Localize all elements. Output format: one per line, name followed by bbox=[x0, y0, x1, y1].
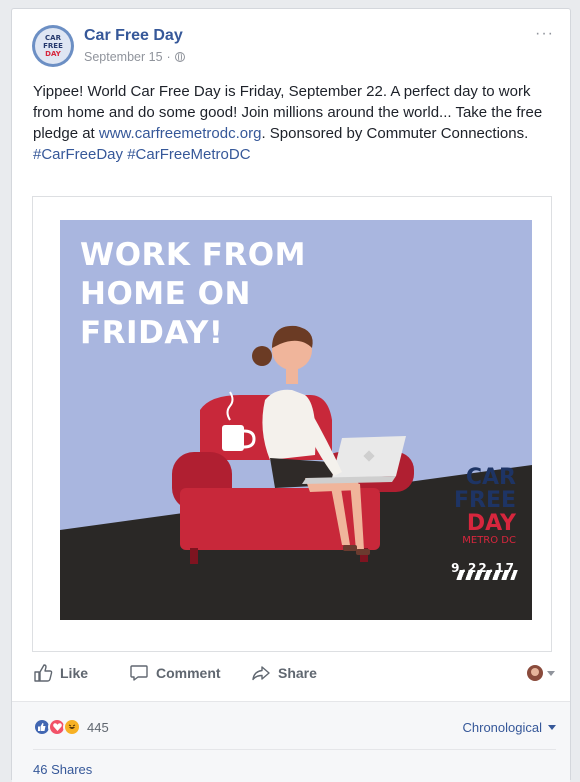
post-as-selector[interactable] bbox=[527, 665, 555, 681]
comment-sort-dropdown[interactable]: Chronological bbox=[462, 720, 556, 735]
logo-word: DAY bbox=[466, 511, 516, 536]
avatar-logo: CAR FREE DAY bbox=[35, 28, 71, 64]
share-icon bbox=[252, 666, 270, 681]
share-button[interactable]: Share bbox=[251, 663, 317, 683]
shares-count-link[interactable]: 46 Shares bbox=[33, 762, 92, 777]
post-card: CAR FREE DAY Car Free Day September 15 ·… bbox=[11, 8, 571, 782]
comment-button[interactable]: Comment bbox=[129, 663, 221, 683]
logo-metro: METRO DC bbox=[462, 535, 516, 546]
page-name-link[interactable]: Car Free Day bbox=[84, 27, 183, 45]
caret-down-icon bbox=[547, 670, 555, 676]
like-label: Like bbox=[60, 665, 89, 681]
ad-headline-line: WORK FROM bbox=[80, 237, 306, 273]
ad-headline: WORK FROM HOME ON FRIDAY! bbox=[80, 236, 306, 353]
reactions-summary[interactable]: 445 bbox=[33, 718, 109, 736]
haha-reaction-icon bbox=[63, 718, 81, 736]
woman-shoe bbox=[356, 549, 370, 555]
comment-label: Comment bbox=[156, 665, 221, 681]
crosswalk-graphic bbox=[456, 570, 518, 580]
divider bbox=[33, 749, 556, 750]
avatar-logo-line: CAR bbox=[45, 34, 61, 42]
post-meta: September 15 · bbox=[84, 50, 185, 64]
post-header: CAR FREE DAY Car Free Day September 15 ·… bbox=[32, 25, 554, 73]
chair-leg bbox=[190, 548, 198, 564]
logo-word: CAR bbox=[465, 465, 516, 490]
more-icon[interactable]: ··· bbox=[535, 25, 554, 43]
page-avatar[interactable]: CAR FREE DAY bbox=[32, 25, 74, 67]
post-text: Yippee! World Car Free Day is Friday, Se… bbox=[33, 81, 553, 165]
comment-icon bbox=[130, 665, 148, 681]
post-timestamp[interactable]: September 15 bbox=[84, 50, 163, 64]
user-avatar bbox=[527, 665, 543, 681]
woman-neck bbox=[286, 368, 298, 384]
pledge-link[interactable]: www.carfreemetrodc.org bbox=[99, 125, 262, 142]
woman-shoe bbox=[343, 545, 357, 551]
ad-headline-line: HOME ON bbox=[80, 276, 251, 312]
share-label: Share bbox=[278, 665, 317, 681]
post-actions: Like Comment Share bbox=[33, 663, 561, 685]
reaction-count: 445 bbox=[87, 719, 109, 735]
caret-down-icon bbox=[548, 725, 556, 730]
reactions-bar: 445 Chronological 46 Shares bbox=[12, 701, 570, 782]
post-image-frame[interactable]: WORK FROM HOME ON FRIDAY! CAR FREE DAY M… bbox=[32, 196, 552, 652]
avatar-logo-line: FREE bbox=[43, 42, 63, 50]
chair-base bbox=[180, 488, 380, 550]
car-free-day-logo: CAR FREE DAY METRO DC 9.22.17 bbox=[451, 466, 516, 575]
mug bbox=[222, 425, 244, 451]
ad-headline-line: FRIDAY! bbox=[80, 315, 224, 351]
like-icon bbox=[34, 664, 53, 682]
ad-image[interactable]: WORK FROM HOME ON FRIDAY! CAR FREE DAY M… bbox=[60, 220, 532, 620]
like-button[interactable]: Like bbox=[33, 663, 88, 683]
post-text-outro: . Sponsored by Commuter Connections. bbox=[261, 125, 529, 142]
comment-sort-label: Chronological bbox=[462, 720, 543, 735]
hashtags[interactable]: #CarFreeDay #CarFreeMetroDC bbox=[33, 146, 251, 163]
globe-icon bbox=[174, 52, 185, 62]
logo-word: FREE bbox=[453, 488, 516, 513]
meta-separator: · bbox=[166, 50, 171, 64]
avatar-logo-line: DAY bbox=[45, 50, 61, 58]
